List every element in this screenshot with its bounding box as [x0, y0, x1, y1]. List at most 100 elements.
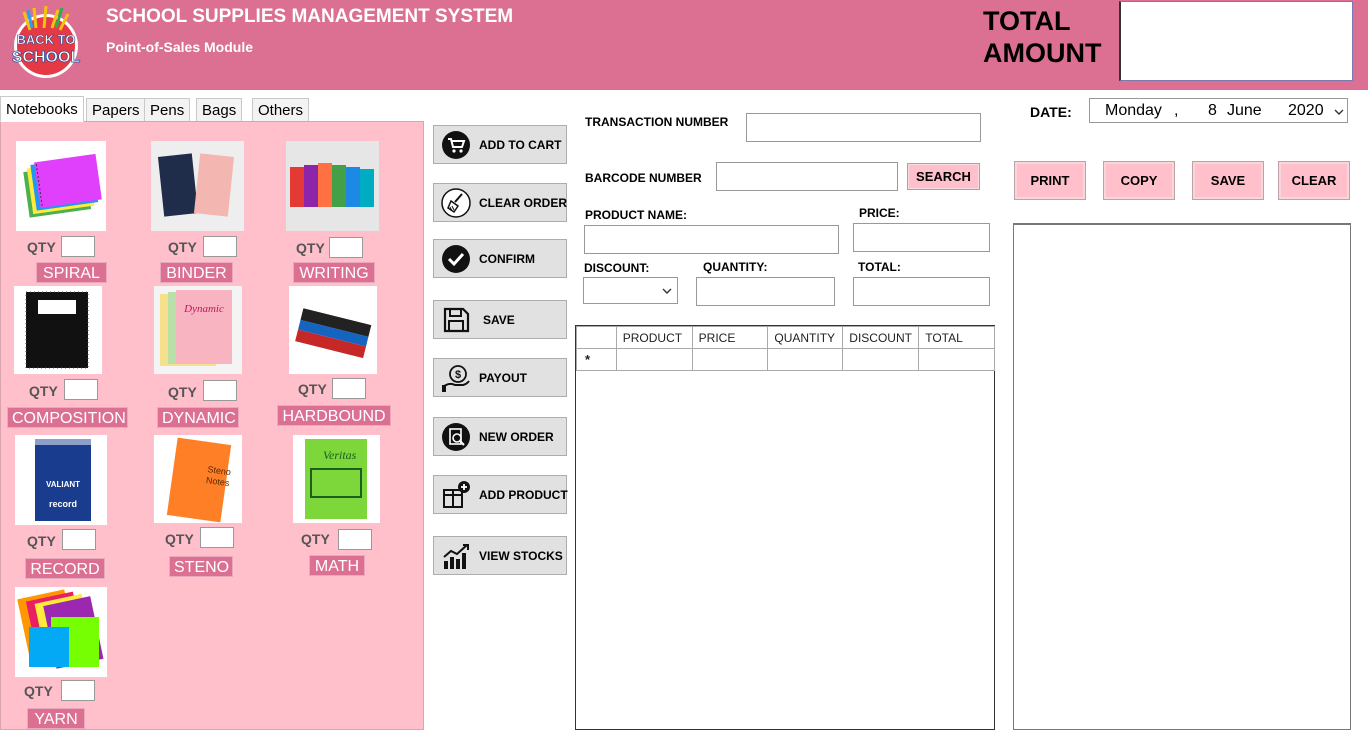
column-header-total[interactable]: TOTAL — [918, 326, 995, 349]
check-circle-icon — [442, 244, 470, 273]
tab-pens[interactable]: Pens — [144, 98, 191, 122]
table-cell[interactable] — [842, 348, 920, 371]
new-order-button[interactable]: NEW ORDER — [433, 417, 567, 456]
steno-notebook-image[interactable]: Steno Notes — [154, 435, 242, 523]
tab-papers[interactable]: Papers — [86, 98, 146, 122]
qty-label: QTY — [29, 383, 58, 399]
math-product-label[interactable]: MATH — [309, 555, 365, 576]
column-header-discount[interactable]: DISCOUNT — [842, 326, 920, 349]
app-subtitle: Point-of-Sales Module — [106, 39, 253, 55]
add-to-cart-label: ADD TO CART — [479, 137, 562, 152]
hardbound-qty-input[interactable] — [332, 378, 366, 399]
math-qty-input[interactable] — [338, 529, 372, 550]
order-grid[interactable]: PRODUCT PRICE QUANTITY DISCOUNT TOTAL * — [575, 325, 995, 730]
table-cell[interactable] — [918, 348, 995, 371]
yarn-qty-input[interactable] — [61, 680, 95, 701]
total-label: TOTAL: — [858, 260, 901, 274]
back-to-school-logo: BACK TO SCHOOL — [10, 5, 82, 80]
qty-label: QTY — [298, 381, 327, 397]
hardbound-product-label[interactable]: HARDBOUND — [277, 405, 391, 426]
clear-button[interactable]: CLEAR — [1278, 161, 1350, 200]
add-product-label: ADD PRODUCT — [479, 487, 568, 502]
yarn-product-label[interactable]: YARN — [27, 708, 85, 729]
product-name-label: PRODUCT NAME: — [585, 208, 687, 222]
chevron-down-icon — [1334, 109, 1344, 115]
binder-qty-input[interactable] — [203, 236, 237, 257]
record-qty-input[interactable] — [62, 529, 96, 550]
transaction-number-label: TRANSACTION NUMBER — [585, 115, 729, 129]
composition-product-label[interactable]: COMPOSITION — [7, 407, 128, 428]
receipt-save-button[interactable]: SAVE — [1192, 161, 1264, 200]
column-header-quantity[interactable]: QUANTITY — [767, 326, 844, 349]
steno-qty-input[interactable] — [200, 527, 234, 548]
table-cell[interactable] — [767, 348, 844, 371]
record-product-label[interactable]: RECORD — [25, 558, 105, 579]
search-document-icon — [442, 422, 470, 451]
writing-notebook-image[interactable] — [286, 141, 379, 231]
transaction-number-field[interactable] — [746, 113, 981, 142]
steno-product-label[interactable]: STENO — [169, 556, 233, 577]
view-stocks-label: VIEW STOCKS — [479, 548, 563, 563]
payout-label: PAYOUT — [479, 370, 528, 385]
price-field[interactable] — [853, 223, 990, 252]
tab-bags[interactable]: Bags — [196, 98, 243, 122]
yarn-notebook-image[interactable] — [15, 587, 107, 677]
date-month: June — [1227, 102, 1262, 119]
qty-label: QTY — [27, 533, 56, 549]
broom-icon — [441, 187, 471, 218]
column-header-price[interactable]: PRICE — [691, 326, 769, 349]
barcode-number-field[interactable] — [716, 162, 898, 191]
composition-qty-input[interactable] — [64, 379, 98, 400]
add-to-cart-button[interactable]: ADD TO CART — [433, 125, 567, 164]
copy-button[interactable]: COPY — [1103, 161, 1175, 200]
table-row[interactable]: * — [576, 348, 995, 371]
dynamic-product-label[interactable]: DYNAMIC — [157, 407, 239, 428]
table-cell[interactable] — [691, 348, 769, 371]
total-amount-field[interactable] — [1119, 1, 1353, 81]
tab-others[interactable]: Others — [252, 98, 310, 122]
confirm-button[interactable]: CONFIRM — [433, 239, 567, 278]
save-button[interactable]: SAVE — [433, 300, 567, 339]
discount-select[interactable] — [583, 277, 678, 304]
spiral-notebook-image[interactable] — [16, 141, 106, 231]
qty-label: QTY — [165, 531, 194, 547]
svg-text:Veritas: Veritas — [323, 448, 357, 462]
row-header-corner — [576, 326, 617, 349]
date-year: 2020 — [1288, 102, 1324, 119]
dynamic-notebook-image[interactable]: Dynamic — [154, 286, 242, 374]
payout-button[interactable]: $ PAYOUT — [433, 358, 567, 397]
add-product-button[interactable]: ADD PRODUCT — [433, 475, 568, 514]
qty-label: QTY — [301, 531, 330, 547]
view-stocks-button[interactable]: VIEW STOCKS — [433, 536, 567, 575]
date-day: 8 — [1208, 102, 1217, 119]
tab-notebooks[interactable]: Notebooks — [0, 96, 84, 122]
receipt-textarea[interactable] — [1013, 223, 1351, 730]
total-field[interactable] — [853, 277, 990, 306]
math-notebook-image[interactable]: Veritas — [293, 435, 380, 523]
quantity-field[interactable] — [696, 277, 835, 306]
date-picker[interactable]: Monday , 8 June 2020 — [1089, 98, 1348, 123]
qty-label: QTY — [168, 239, 197, 255]
spiral-product-label[interactable]: SPIRAL — [36, 262, 107, 283]
spiral-qty-input[interactable] — [61, 236, 95, 257]
dynamic-qty-input[interactable] — [203, 380, 237, 401]
composition-notebook-image[interactable] — [14, 286, 102, 374]
quantity-label: QUANTITY: — [703, 260, 768, 274]
qty-label: QTY — [24, 683, 53, 699]
clear-order-label: CLEAR ORDER — [479, 195, 568, 210]
cart-icon — [442, 130, 470, 159]
binder-notebook-image[interactable] — [151, 141, 244, 231]
clear-order-button[interactable]: CLEAR ORDER — [433, 183, 567, 222]
search-button[interactable]: SEARCH — [907, 163, 980, 190]
add-product-icon — [443, 480, 470, 508]
record-notebook-image[interactable]: VALIANT record — [15, 435, 107, 525]
print-button[interactable]: PRINT — [1014, 161, 1086, 200]
hardbound-notebook-image[interactable] — [289, 286, 377, 374]
table-cell[interactable] — [615, 348, 693, 371]
column-header-product[interactable]: PRODUCT — [615, 326, 693, 349]
qty-label: QTY — [27, 239, 56, 255]
writing-qty-input[interactable] — [329, 237, 363, 258]
writing-product-label[interactable]: WRITING — [293, 262, 375, 283]
binder-product-label[interactable]: BINDER — [160, 262, 233, 283]
product-name-field[interactable] — [584, 225, 839, 254]
